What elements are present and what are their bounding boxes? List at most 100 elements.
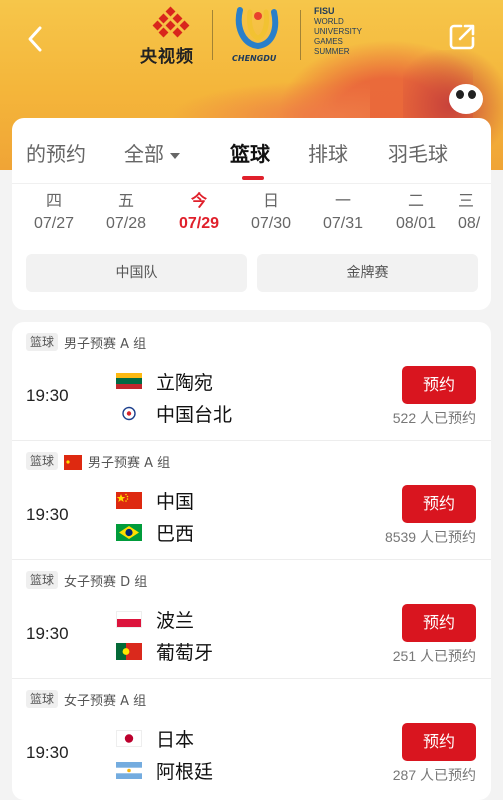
team-row: 立陶宛 xyxy=(116,366,213,396)
reservation-count: 251 人已预约 xyxy=(392,648,476,664)
date-weekday: 今 xyxy=(190,191,207,210)
match-time: 19:30 xyxy=(26,386,69,405)
chengdu-mark-icon xyxy=(235,7,279,50)
chengdu-logo: CHENGDU xyxy=(232,6,284,64)
cctv-logo-text: 央视频 xyxy=(140,47,194,67)
team-name: 葡萄牙 xyxy=(156,641,214,664)
date-item[interactable]: 二 08/01 xyxy=(388,190,444,236)
match-round: 女子预赛 D 组 xyxy=(64,574,148,590)
chevron-down-icon xyxy=(170,152,180,159)
match-header: 篮球 男子预赛 A 组 xyxy=(26,451,170,471)
share-icon xyxy=(449,24,475,50)
date-item[interactable]: 一 07/31 xyxy=(315,190,371,236)
reserve-button[interactable]: 预约 xyxy=(402,366,476,404)
date-weekday: 四 xyxy=(45,191,62,210)
active-tab-indicator xyxy=(242,176,264,180)
match-header: 篮球 男子预赛 A 组 xyxy=(26,332,146,352)
filter-china-team[interactable]: 中国队 xyxy=(26,254,247,292)
date-item[interactable]: 五 07/28 xyxy=(98,190,154,236)
match-item[interactable]: 篮球 男子预赛 A 组 19:30 立陶宛 中国台北 预约 522 人已预约 xyxy=(12,322,491,441)
match-item[interactable]: 篮球 男子预赛 A 组 19:30 中国 巴西 预约 8539 人已预约 xyxy=(12,441,491,560)
date-value: 07/30 xyxy=(250,215,292,232)
reserve-button[interactable]: 预约 xyxy=(402,485,476,523)
date-item[interactable]: 日 07/30 xyxy=(243,190,299,236)
panda-mascot-icon xyxy=(449,84,483,114)
match-item[interactable]: 篮球 女子预赛 A 组 19:30 日本 阿根廷 预约 287 人已预约 xyxy=(12,679,491,798)
logo-divider xyxy=(300,10,301,60)
poland-flag-icon xyxy=(116,610,142,628)
fisu-title: FISU xyxy=(314,6,335,16)
reserve-button[interactable]: 预约 xyxy=(402,604,476,642)
match-time: 19:30 xyxy=(26,743,69,762)
sport-tag: 篮球 xyxy=(26,452,59,470)
chengdu-logo-text: CHENGDU xyxy=(232,54,277,63)
team-name: 立陶宛 xyxy=(156,371,214,394)
match-item[interactable]: 篮球 女子预赛 D 组 19:30 波兰 葡萄牙 预约 251 人已预约 xyxy=(12,560,491,679)
team-row: 葡萄牙 xyxy=(116,636,213,666)
date-weekday: 三 xyxy=(458,191,475,210)
date-item[interactable]: 四 07/27 xyxy=(26,190,82,236)
reservation-count: 522 人已预约 xyxy=(392,410,476,426)
reservation-count: 287 人已预约 xyxy=(392,767,476,783)
team-name: 中国 xyxy=(156,490,195,513)
brazil-flag-icon xyxy=(116,523,142,541)
match-header: 篮球 女子预赛 D 组 xyxy=(26,570,147,590)
date-weekday: 一 xyxy=(334,191,351,210)
tab-volleyball[interactable]: 排球 xyxy=(308,138,348,167)
date-value: 08/01 xyxy=(395,215,437,232)
team-name: 中国台北 xyxy=(156,403,233,426)
back-button[interactable] xyxy=(22,22,52,56)
lithuania-flag-icon xyxy=(116,372,142,390)
reservation-count: 8539 人已预约 xyxy=(384,529,476,545)
sport-tabs: 的预约 全部 篮球 排球 羽毛球 xyxy=(12,118,491,184)
match-time: 19:30 xyxy=(26,505,69,524)
date-selector: 四 07/27 五 07/28 今 07/29 日 07/30 一 07/31 … xyxy=(12,190,491,246)
quick-filters: 中国队 金牌赛 xyxy=(26,254,478,292)
fisu-line: GAMES xyxy=(314,37,343,46)
team-row: 阿根廷 xyxy=(116,755,213,785)
sport-tag: 篮球 xyxy=(26,690,59,708)
match-list: 篮球 男子预赛 A 组 19:30 立陶宛 中国台北 预约 522 人已预约 篮… xyxy=(12,322,491,800)
reserve-button[interactable]: 预约 xyxy=(402,723,476,761)
date-value: 08/ xyxy=(458,215,481,232)
tab-badminton[interactable]: 羽毛球 xyxy=(388,138,448,167)
cctv-mark-icon xyxy=(152,6,190,38)
tab-all[interactable]: 全部 xyxy=(124,138,180,167)
date-weekday: 二 xyxy=(407,191,424,210)
tab-all-label: 全部 xyxy=(124,142,164,166)
date-weekday: 日 xyxy=(262,191,279,210)
match-header: 篮球 女子预赛 A 组 xyxy=(26,689,146,709)
tab-basketball[interactable]: 篮球 xyxy=(230,138,270,167)
portugal-flag-icon xyxy=(116,642,142,660)
date-item[interactable]: 三 08/ xyxy=(458,190,491,236)
team-name: 巴西 xyxy=(156,522,195,545)
date-value: 07/29 xyxy=(178,215,220,232)
tab-my-reservations[interactable]: 的预约 xyxy=(26,138,86,167)
share-button[interactable] xyxy=(447,22,477,52)
fisu-line: WORLD xyxy=(314,17,344,26)
team-name: 阿根廷 xyxy=(156,760,214,783)
match-round: 女子预赛 A 组 xyxy=(64,693,147,709)
match-round: 男子预赛 A 组 xyxy=(64,336,147,352)
date-value: 07/27 xyxy=(33,215,75,232)
team-row: 波兰 xyxy=(116,604,194,634)
date-weekday: 五 xyxy=(117,191,134,210)
match-round: 男子预赛 A 组 xyxy=(88,455,171,471)
date-item-today[interactable]: 今 07/29 xyxy=(171,190,227,236)
team-row: 中国台北 xyxy=(116,398,232,428)
fisu-line: SUMMER xyxy=(314,47,350,56)
filter-gold-medal[interactable]: 金牌赛 xyxy=(257,254,478,292)
chinese-taipei-flag-icon xyxy=(116,404,142,422)
date-value: 07/28 xyxy=(105,215,147,232)
cctv-logo: 央视频 xyxy=(140,6,202,67)
sport-tag: 篮球 xyxy=(26,333,59,351)
team-row: 日本 xyxy=(116,723,194,753)
japan-flag-icon xyxy=(116,729,142,747)
china-flag-icon xyxy=(116,491,142,509)
team-row: 中国 xyxy=(116,485,194,515)
filter-card: 的预约 全部 篮球 排球 羽毛球 四 07/27 五 07/28 今 07/29… xyxy=(12,118,491,310)
fisu-line: UNIVERSITY xyxy=(314,27,363,36)
argentina-flag-icon xyxy=(116,761,142,779)
china-flag-icon xyxy=(64,455,83,470)
logo-divider xyxy=(212,10,213,60)
